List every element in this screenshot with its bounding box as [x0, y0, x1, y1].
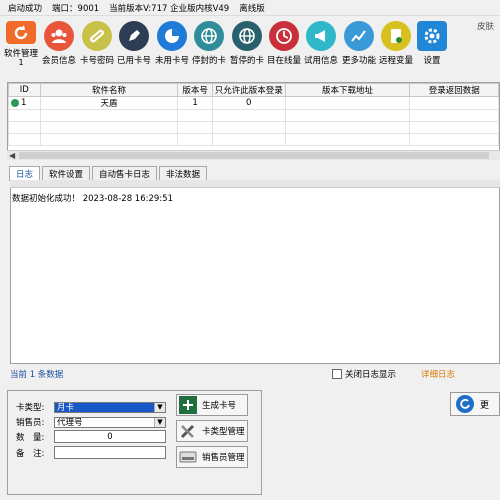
- tab-software-settings[interactable]: 软件设置: [42, 166, 91, 181]
- back-arrow-icon: [456, 395, 474, 413]
- toolbar-online-count[interactable]: 目在线量: [265, 21, 303, 67]
- toolbar-member-info[interactable]: 会员信息: [40, 21, 78, 67]
- software-table: ID 软件名称 版本号 只允许此版本登录 版本下载地址 登录返回数据 1 天盾 …: [7, 82, 500, 160]
- column-header[interactable]: 登录返回数据: [409, 83, 499, 97]
- close-log-checkbox[interactable]: 关闭日志显示: [332, 368, 396, 380]
- toolbar-banned-cards[interactable]: 停封的卡: [190, 21, 228, 67]
- row-return-cell: [409, 96, 499, 110]
- card-type-label: 卡类型:: [16, 403, 45, 413]
- row-id-cell: 1: [8, 96, 41, 110]
- generate-card-button[interactable]: 生成卡号: [176, 394, 248, 416]
- chevron-down-icon[interactable]: ▼: [154, 417, 165, 427]
- gear-icon: [417, 21, 447, 51]
- row-version-cell: 1: [177, 96, 213, 110]
- quantity-label: 数 量:: [16, 432, 45, 443]
- log-panel-strip: [10, 180, 500, 188]
- members-icon: [44, 21, 74, 51]
- column-header[interactable]: 软件名称: [39, 83, 179, 97]
- toolbar-trial-info[interactable]: 试用信息: [302, 21, 340, 67]
- record-count: 当前 1 条数据: [10, 370, 64, 380]
- toolbar-more-functions[interactable]: 更多功能: [340, 21, 378, 67]
- launch-status: 启动成功: [8, 3, 43, 14]
- tab-log[interactable]: 日志: [9, 166, 41, 181]
- toolbar-paused-cards[interactable]: 暂停的卡: [228, 21, 266, 67]
- table-row[interactable]: 1 天盾 1 0: [8, 96, 499, 110]
- quantity-row: 数 量: 0: [16, 430, 166, 443]
- column-header[interactable]: 版本下载地址: [284, 83, 411, 97]
- quantity-input[interactable]: 0: [54, 430, 166, 443]
- column-header[interactable]: 版本号: [177, 83, 213, 97]
- globe-icon: [232, 21, 262, 51]
- column-header[interactable]: ID: [8, 83, 41, 97]
- card-type-select[interactable]: 月卡 ▼: [54, 401, 166, 413]
- table-horizontal-scrollbar[interactable]: ◀: [7, 150, 500, 160]
- keyboard-icon: [179, 448, 197, 466]
- seller-row: 销售员: 代理号 ▼: [16, 416, 166, 428]
- toolbar-remote-variables[interactable]: 远程变量: [377, 21, 415, 67]
- seller-label: 销售员:: [16, 418, 45, 428]
- row-only-this-cell: 0: [211, 96, 286, 110]
- checkbox-box[interactable]: [332, 369, 342, 379]
- tab-auto-sell-log[interactable]: 自动售卡日志: [92, 166, 158, 181]
- pen-icon: [119, 21, 149, 51]
- toolbar-software-manage[interactable]: 软件管理 1: [2, 21, 40, 67]
- edition-label: 离线版: [239, 3, 265, 14]
- main-toolbar: 软件管理 1 会员信息 卡号密码 已用卡号 未用卡号 停封的卡 暂停的卡 目在线…: [0, 18, 500, 68]
- port-display: 端口：9001: [52, 3, 100, 14]
- seller-select[interactable]: 代理号 ▼: [54, 416, 166, 428]
- column-header[interactable]: 只允许此版本登录: [211, 83, 286, 97]
- log-panel: [10, 180, 500, 364]
- tab-illegal-data[interactable]: 非法数据: [159, 166, 208, 181]
- table-row[interactable]: [8, 121, 499, 134]
- table-row[interactable]: [8, 109, 499, 122]
- chart-icon: [344, 21, 374, 51]
- note-row: 备 注:: [16, 446, 166, 459]
- log-entry: 数据初始化成功！ 2023-08-28 16:29:51: [12, 194, 173, 204]
- toolbar-used-cards[interactable]: 已用卡号: [115, 21, 153, 67]
- note-label: 备 注:: [16, 448, 45, 459]
- log-footer: 当前 1 条数据 关闭日志显示 详细日志: [10, 366, 500, 382]
- megaphone-icon: [306, 21, 336, 51]
- table-header-row: ID 软件名称 版本号 只允许此版本登录 版本下载地址 登录返回数据: [8, 83, 499, 97]
- plus-icon: [179, 396, 197, 414]
- card-type-row: 卡类型: 月卡 ▼: [16, 401, 166, 413]
- refresh-icon: [6, 21, 36, 44]
- seller-manage-button[interactable]: 销售员管理: [176, 446, 248, 468]
- top-status-bar: 启动成功 端口：9001 当前版本V:717 企业版内核V49 离线版: [0, 0, 500, 16]
- log-tabs: 日志 软件设置 自动售卡日志 非法数据: [9, 166, 209, 181]
- row-status-icon: [11, 98, 19, 107]
- checkbox-label: 关闭日志显示: [345, 370, 397, 380]
- globe-icon: [194, 21, 224, 51]
- doc-icon: [381, 21, 411, 51]
- row-url-cell: [284, 96, 411, 110]
- pie-icon: [157, 21, 187, 51]
- scrollbar-thumb[interactable]: [19, 152, 489, 159]
- clock-icon: [269, 21, 299, 51]
- tools-icon: [179, 422, 197, 440]
- row-name-cell: 天盾: [39, 96, 179, 110]
- detail-log-link[interactable]: 详细日志: [421, 368, 455, 380]
- toolbar-card-password[interactable]: 卡号密码: [78, 21, 116, 67]
- toolbar-settings[interactable]: 设置: [413, 21, 451, 67]
- right-action-button[interactable]: 更: [450, 392, 500, 416]
- version-info: 当前版本V:717 企业版内核V49: [109, 3, 230, 14]
- card-type-manage-button[interactable]: 卡类型管理: [176, 420, 248, 442]
- note-input[interactable]: [54, 446, 166, 459]
- chevron-down-icon[interactable]: ▼: [154, 402, 165, 412]
- table-row[interactable]: [8, 133, 499, 146]
- toolbar-unused-cards[interactable]: 未用卡号: [153, 21, 191, 67]
- scroll-left-icon[interactable]: ◀: [9, 151, 15, 160]
- key-link-icon: [82, 21, 112, 51]
